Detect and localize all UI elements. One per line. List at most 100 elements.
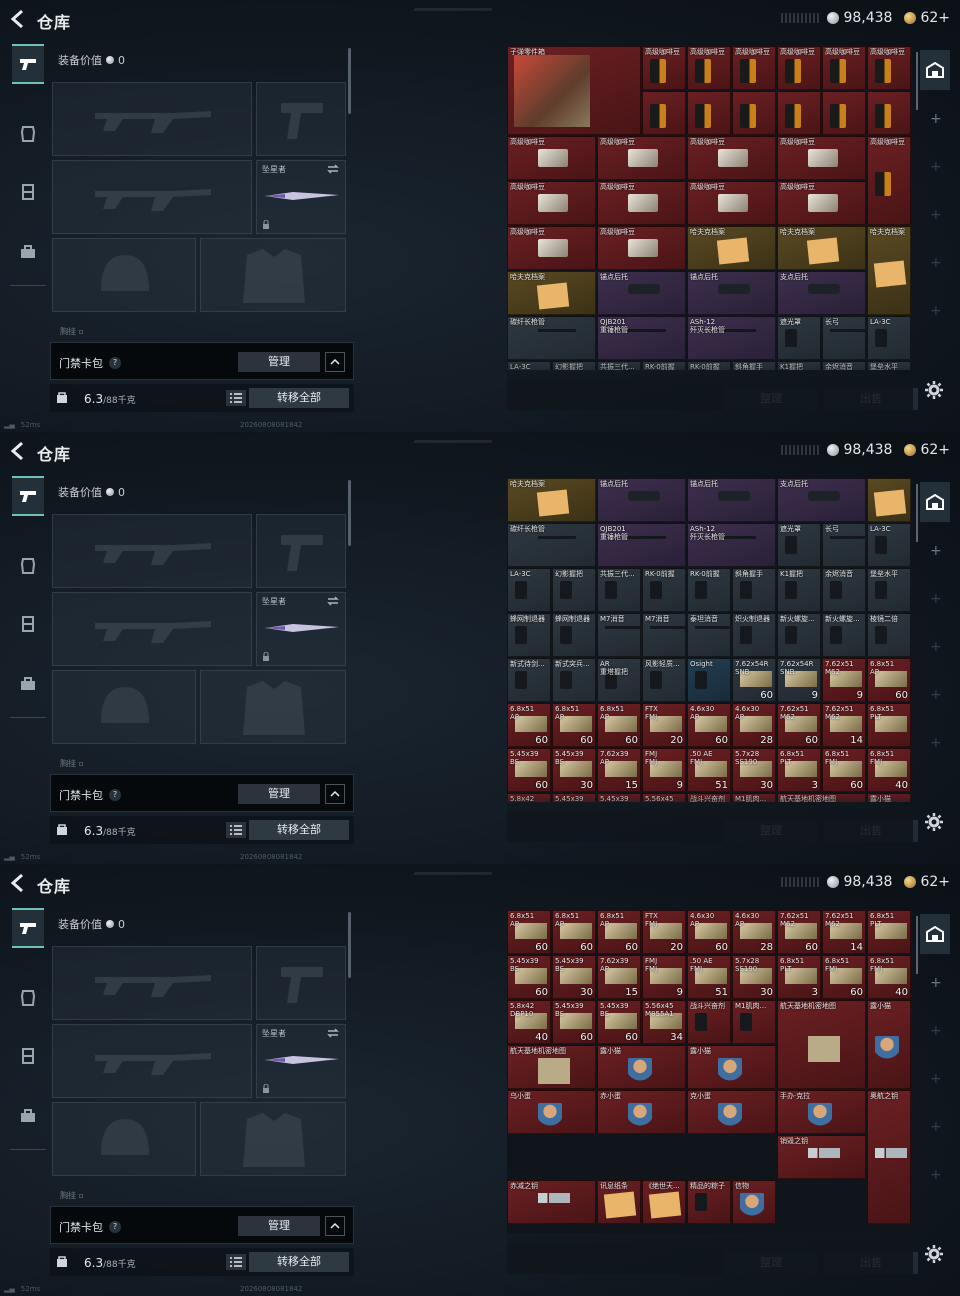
stash-item[interactable]: 余烬消音 <box>822 361 866 370</box>
stash-item[interactable]: 5.45x39 BS <box>552 793 596 802</box>
stash-item[interactable]: FMJ FMJ 9 <box>642 748 686 792</box>
stash-item[interactable]: 斜角握手 <box>732 361 776 370</box>
stash-item[interactable]: 5.7x28 SS190 30 <box>732 955 776 999</box>
stash-item[interactable]: 4.6x30 AP 28 <box>732 703 776 747</box>
stash-item[interactable]: 长弓 <box>822 316 866 360</box>
stash-item[interactable]: 支点后托 <box>777 478 866 522</box>
stash-item[interactable]: 4.6x30 AP 60 <box>687 910 731 954</box>
stash-item[interactable]: 克小蛋 <box>687 1090 776 1134</box>
expand-button[interactable] <box>325 1216 345 1236</box>
tab-armor[interactable] <box>12 114 44 154</box>
helmet-slot[interactable] <box>52 238 196 312</box>
list-view-button[interactable] <box>226 1254 246 1270</box>
stash-item[interactable]: LA-3C <box>507 361 551 370</box>
transfer-all-button[interactable]: 转移全部 <box>249 1252 349 1272</box>
stash-item[interactable]: 遮光罩 <box>777 316 821 360</box>
tab-chest-rig[interactable] <box>12 172 44 212</box>
stash-item[interactable]: 7.62x51 M62 14 <box>822 703 866 747</box>
stash-item[interactable]: FMJ FMJ 9 <box>642 955 686 999</box>
stash-item[interactable] <box>687 91 731 135</box>
stash-item[interactable]: 高级咖啡豆 <box>507 226 596 270</box>
stash-item[interactable]: .50 AE FMJ 51 <box>687 955 731 999</box>
stash-item[interactable]: FTX FMJ 20 <box>642 910 686 954</box>
manage-button[interactable]: 管理 <box>238 352 320 372</box>
tab-backpack[interactable] <box>12 664 44 704</box>
settings-gear-icon[interactable] <box>924 1244 944 1264</box>
stash-item[interactable]: 6.8x51 PLT 3 <box>777 748 821 792</box>
stash-item[interactable]: 哈夫克档案 <box>777 226 866 270</box>
stash-item[interactable]: 4.6x30 AP 28 <box>732 910 776 954</box>
stash-item[interactable]: RK-0前握 <box>687 568 731 612</box>
list-view-button[interactable] <box>226 390 246 406</box>
stash-item[interactable]: 高级咖啡豆 <box>732 46 776 90</box>
stash-item[interactable]: 高级咖啡豆 <box>867 46 911 90</box>
melee-slot[interactable]: 坠星者 <box>256 592 346 666</box>
stash-item[interactable]: 手办·克拉 <box>777 1090 866 1134</box>
help-icon[interactable]: ? <box>109 357 121 369</box>
stash-item[interactable]: 信物 <box>732 1180 776 1224</box>
stash-item[interactable]: 子弹零件箱 <box>507 46 641 135</box>
stash-item[interactable]: 6.8x51 PLT <box>867 910 911 954</box>
stash-item[interactable]: 碳纤长枪管 <box>507 523 596 567</box>
stash-item[interactable]: 支点后托 <box>777 271 866 315</box>
stash-item[interactable]: RK-0前握 <box>642 568 686 612</box>
stash-item[interactable]: 泰坦消音 <box>687 613 731 657</box>
equipment-scrollbar[interactable] <box>348 912 351 978</box>
secondary-weapon-slot[interactable] <box>52 592 252 666</box>
equipment-scrollbar[interactable] <box>348 48 351 114</box>
tab-armor[interactable] <box>12 978 44 1018</box>
back-arrow-icon[interactable] <box>10 9 26 29</box>
back-arrow-icon[interactable] <box>10 441 26 461</box>
stash-item[interactable]: 新式突兵... <box>552 658 596 702</box>
stash-item[interactable]: 高级咖啡豆 <box>687 46 731 90</box>
tab-weapons[interactable] <box>12 44 44 84</box>
tab-chest-rig[interactable] <box>12 604 44 644</box>
stash-item[interactable]: 7.62x51 M62 9 <box>822 658 866 702</box>
stash-item[interactable]: 高级咖啡豆 <box>687 181 776 225</box>
stash-item[interactable]: 7.62x54R SNB 9 <box>777 658 821 702</box>
help-icon[interactable]: ? <box>109 1221 121 1233</box>
stash-item[interactable]: 航天基地机密地图 <box>777 1000 866 1089</box>
stash-item[interactable]: 棱镜二倍 <box>867 613 911 657</box>
body-armor-slot[interactable] <box>200 1102 346 1176</box>
stash-item[interactable] <box>867 478 911 522</box>
stash-item[interactable]: 讯息纸条 <box>597 1180 641 1224</box>
manage-button[interactable]: 管理 <box>238 1216 320 1236</box>
stash-item[interactable]: 高级咖啡豆 <box>642 46 686 90</box>
stash-item[interactable]: 高级咖啡豆 <box>597 226 686 270</box>
stash-item[interactable]: 5.56x45 M855A1 34 <box>642 1000 686 1044</box>
stash-item[interactable]: 高级咖啡豆 <box>597 136 686 180</box>
stash-item[interactable]: ASh-12 歼灭长枪管 <box>687 523 776 567</box>
stash-item[interactable]: 6.8x51 AP 60 <box>507 910 551 954</box>
stash-item[interactable]: 新式待剑... <box>507 658 551 702</box>
stash-item[interactable]: 6.8x51 AP 60 <box>552 910 596 954</box>
body-armor-slot[interactable] <box>200 238 346 312</box>
stash-item[interactable]: 5.45x39 BS 30 <box>552 748 596 792</box>
stash-scrollbar[interactable] <box>916 916 918 974</box>
stash-item[interactable]: 4.6x30 AP 60 <box>687 703 731 747</box>
stash-item[interactable]: 哈夫克档案 <box>867 226 911 315</box>
stash-item[interactable]: 5.8x42 DBP10 <box>507 793 551 802</box>
stash-item[interactable]: .50 AE FMJ 51 <box>687 748 731 792</box>
stash-item[interactable]: 6.8x51 AP 60 <box>597 703 641 747</box>
melee-slot[interactable]: 坠星者 <box>256 160 346 234</box>
sell-button[interactable]: 出售 <box>824 388 918 410</box>
stash-item[interactable]: 高级咖啡豆 <box>777 46 821 90</box>
stash-item[interactable]: 高级咖啡豆 <box>687 136 776 180</box>
stash-item[interactable]: 5.56x45 M855A1 <box>642 793 686 802</box>
stash-item[interactable]: RK-0前握 <box>687 361 731 370</box>
stash-item[interactable]: 高级咖啡豆 <box>507 136 596 180</box>
stash-grid[interactable]: 子弹零件箱 高级咖啡豆 高级咖啡豆 高级咖啡豆 高级咖啡豆 高级咖啡豆 高级咖啡豆 高级咖啡豆… <box>507 46 913 370</box>
settings-gear-icon[interactable] <box>924 380 944 400</box>
tab-backpack[interactable] <box>12 1096 44 1136</box>
stash-item[interactable] <box>867 91 911 135</box>
stash-item[interactable]: 战斗兴奋剂 <box>687 793 731 802</box>
stash-item[interactable]: 锚点后托 <box>687 478 776 522</box>
stash-item[interactable]: 6.8x51 AP 60 <box>552 703 596 747</box>
help-icon[interactable]: ? <box>109 789 121 801</box>
primary-weapon-slot[interactable] <box>52 82 252 156</box>
stash-item[interactable]: 7.62x39 AP 15 <box>597 955 641 999</box>
stash-item[interactable]: 高级咖啡豆 <box>867 136 911 225</box>
stash-item[interactable]: 航天基地机密地图 <box>507 1045 596 1089</box>
stash-page-1[interactable] <box>920 914 950 954</box>
